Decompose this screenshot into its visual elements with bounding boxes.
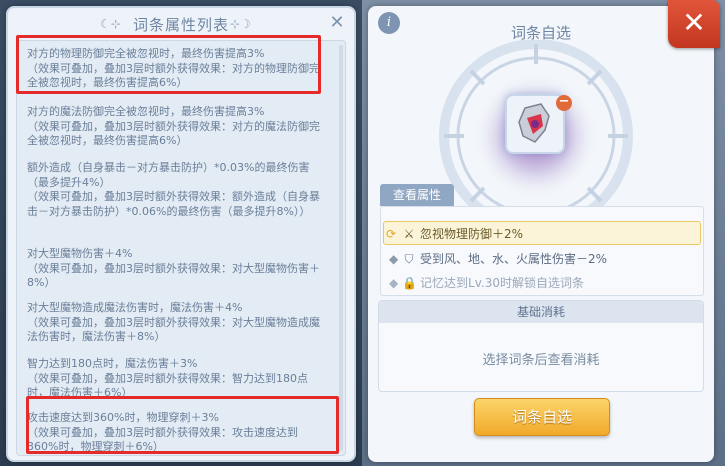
- attribute-options: ⟳ ⚔ 忽视物理防御＋2% ◆ ⛉ 受到风、地、水、火属性伤害－2% ◆ 🔒 记忆达到L…: [380, 206, 704, 296]
- close-icon[interactable]: ✕: [328, 14, 346, 32]
- panel-title: 词条属性列表: [132, 16, 229, 34]
- base-cost-title: 基础消耗: [379, 301, 703, 323]
- item-sub: （效果可叠加，叠加3层时额外获得效果：对大型魔物伤害＋8%）: [27, 261, 320, 290]
- highlight-box-top: [16, 35, 321, 94]
- list-item: 对方的魔法防御完全被忽视时，最终伤害提高3% （效果可叠加，叠加3层时额外获得效…: [27, 105, 327, 149]
- sword-icon: ⚔: [403, 227, 415, 241]
- list-item: 额外造成（自身暴击－对方暴击防护）*0.03%的最终伤害（最多提升4%） （效果…: [27, 161, 327, 219]
- scrollbar[interactable]: [339, 45, 343, 451]
- attribute-option-locked: ◆ 🔒 记忆达到Lv.30时解锁自选词条: [383, 271, 701, 295]
- base-cost-hint: 选择词条后查看消耗: [482, 353, 600, 368]
- list-item: 智力达到180点时，魔法伤害＋3% （效果可叠加，叠加3层时额外获得效果：智力达…: [27, 357, 327, 401]
- attribute-text: 记忆达到Lv.30时解锁自选词条: [420, 276, 584, 290]
- swap-icon[interactable]: ⟳: [384, 222, 398, 246]
- remove-icon[interactable]: −: [556, 95, 572, 111]
- item-main: 对方的魔法防御完全被忽视时，最终伤害提高3%: [27, 105, 265, 118]
- title-ornament-right: ⊹☽: [230, 17, 251, 31]
- gauntlet-icon: [518, 103, 550, 143]
- affix-select-panel: i 词条自选 ✕ − 查看属性 ⟳ ⚔ 忽视物理防御＋2% ◆ ⛉ 受到风、地、…: [368, 0, 720, 462]
- attribute-text: 忽视物理防御＋2%: [420, 227, 524, 241]
- list-item: 对大型魔物伤害＋4% （效果可叠加，叠加3层时额外获得效果：对大型魔物伤害＋8%…: [27, 247, 327, 291]
- item-sub: （效果可叠加，叠加3层时额外获得效果：对大型魔物造成魔法伤害时，魔法伤害＋8%）: [27, 315, 320, 344]
- attribute-list[interactable]: 对方的物理防御完全被忽视时，最终伤害提高3% （效果可叠加，叠加3层时额外获得效…: [16, 40, 346, 456]
- item-sub: （效果可叠加，叠加3层时额外获得效果：对方的魔法防御完全被忽视时，最终伤害提高6…: [27, 119, 320, 148]
- tab-view-attributes[interactable]: 查看属性: [380, 184, 454, 206]
- highlight-box-bottom: [26, 396, 339, 454]
- close-button[interactable]: ✕: [668, 0, 720, 48]
- item-main: 智力达到180点时，魔法伤害＋3%: [27, 357, 198, 370]
- title-bar: ☾⊹ 词条属性列表 ⊹☽ ✕: [8, 8, 354, 38]
- lock-icon: 🔒: [402, 276, 417, 290]
- attribute-option-selected[interactable]: ⟳ ⚔ 忽视物理防御＋2%: [383, 221, 701, 245]
- attribute-option[interactable]: ◆ ⛉ 受到风、地、水、火属性伤害－2%: [383, 247, 701, 271]
- list-item: 对大型魔物造成魔法伤害时，魔法伤害＋4% （效果可叠加，叠加3层时额外获得效果：…: [27, 301, 327, 345]
- shield-icon: ⛉: [404, 252, 414, 266]
- item-sub: （效果可叠加，叠加3层时额外获得效果：额外造成（自身暴击－对方暴击防护）*0.0…: [27, 190, 320, 218]
- item-main: 对大型魔物造成魔法伤害时，魔法伤害＋4%: [27, 301, 243, 314]
- affix-select-button[interactable]: 词条自选: [474, 398, 610, 436]
- attribute-text: 受到风、地、水、火属性伤害－2%: [420, 252, 608, 266]
- item-main: 额外造成（自身暴击－对方暴击防护）*0.03%的最终伤害（最多提升4%）: [27, 161, 310, 189]
- item-main: 对大型魔物伤害＋4%: [27, 247, 133, 260]
- base-cost-box: 基础消耗 选择词条后查看消耗: [378, 300, 704, 392]
